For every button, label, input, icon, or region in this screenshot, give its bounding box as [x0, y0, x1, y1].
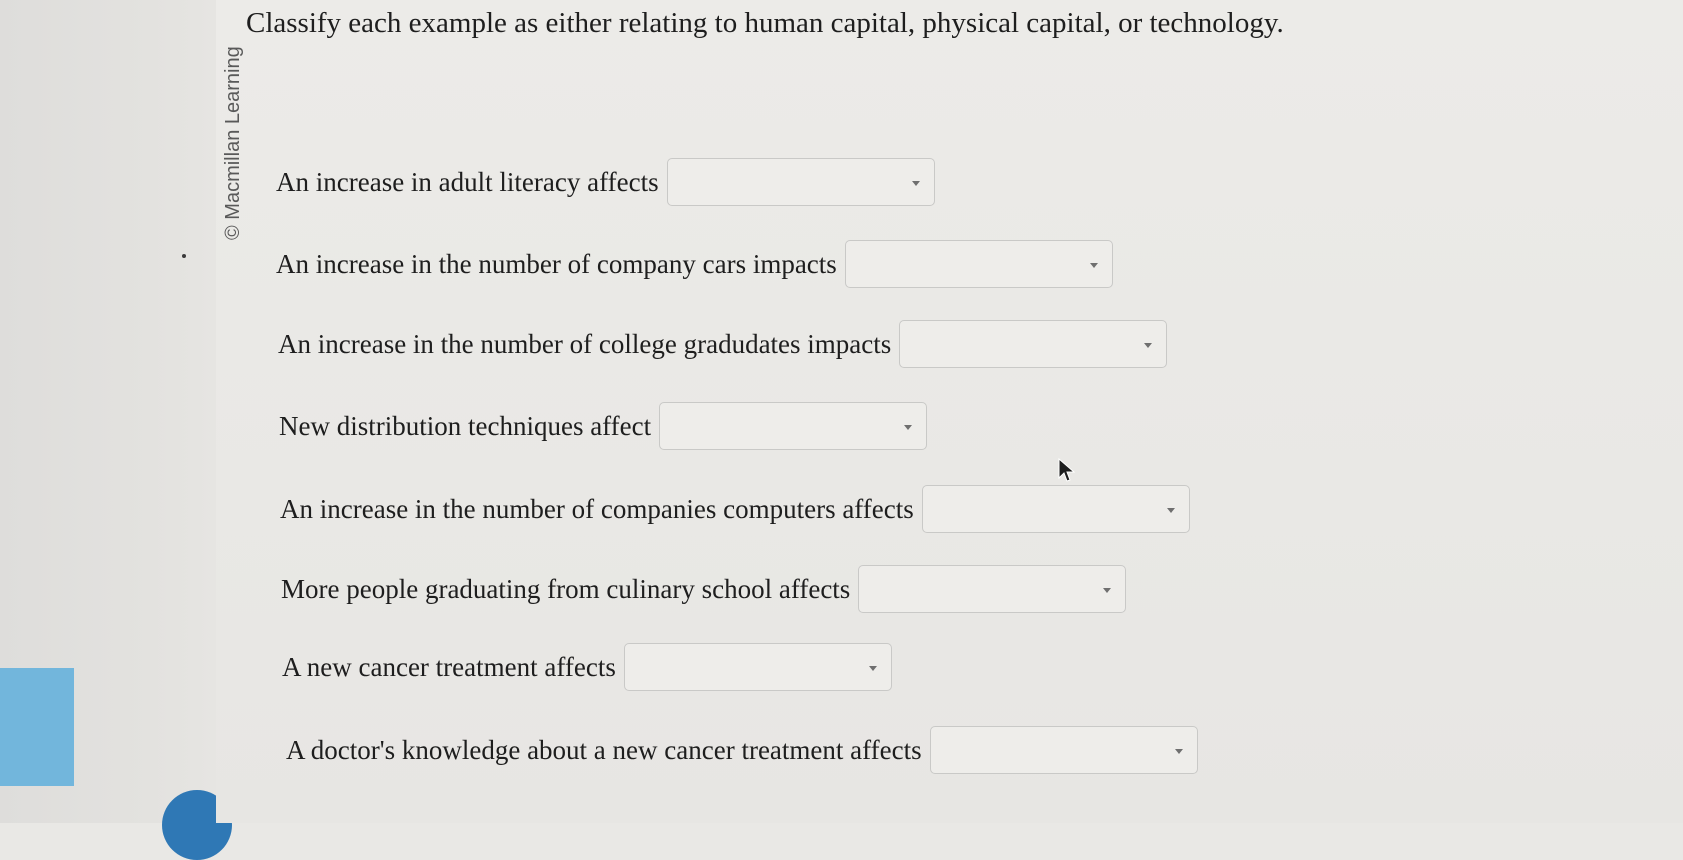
chevron-down-icon	[1089, 263, 1098, 268]
classification-select-1[interactable]	[666, 158, 935, 206]
chevron-down-icon	[1166, 508, 1175, 513]
row-doctor-knowledge: A doctor's knowledge about a new cancer …	[286, 726, 1198, 774]
row-label: An increase in the number of company car…	[276, 249, 837, 279]
classification-select-8[interactable]	[929, 726, 1198, 774]
row-distribution-techniques: New distribution techniques affect	[279, 402, 928, 450]
chevron-down-icon	[868, 666, 877, 671]
classification-select-5[interactable]	[921, 485, 1190, 533]
row-culinary-school: More people graduating from culinary sch…	[281, 565, 1127, 613]
chevron-down-icon	[1103, 588, 1112, 593]
panel-highlight	[0, 668, 74, 786]
chevron-down-icon	[1144, 343, 1153, 348]
classification-select-7[interactable]	[623, 643, 892, 691]
question-text: Classify each example as either relating…	[246, 7, 1284, 39]
row-label: New distribution techniques affect	[279, 411, 652, 441]
classification-select-6[interactable]	[858, 565, 1127, 613]
chevron-down-icon	[1174, 749, 1183, 754]
row-label: A doctor's knowledge about a new cancer …	[286, 735, 922, 765]
row-college-graduates: An increase in the number of college gra…	[278, 320, 1168, 368]
mouse-pointer-icon	[1058, 458, 1076, 482]
left-panel	[0, 0, 232, 860]
chevron-down-icon	[904, 425, 913, 430]
row-label: A new cancer treatment affects	[282, 652, 616, 682]
classification-select-4[interactable]	[659, 402, 928, 450]
classification-select-2[interactable]	[844, 240, 1113, 288]
row-company-cars: An increase in the number of company car…	[276, 240, 1113, 288]
row-adult-literacy: An increase in adult literacy affects	[276, 158, 935, 206]
row-cancer-treatment: A new cancer treatment affects	[282, 643, 892, 691]
row-company-computers: An increase in the number of companies c…	[280, 485, 1190, 533]
row-label: More people graduating from culinary sch…	[281, 574, 851, 604]
row-label: An increase in the number of college gra…	[278, 329, 892, 359]
classification-select-3[interactable]	[899, 320, 1168, 368]
chevron-down-icon	[911, 181, 920, 186]
row-label: An increase in the number of companies c…	[280, 494, 914, 524]
panel-dot	[182, 254, 186, 258]
copyright-text: © Macmillan Learning	[222, 46, 244, 240]
row-label: An increase in adult literacy affects	[276, 167, 659, 197]
